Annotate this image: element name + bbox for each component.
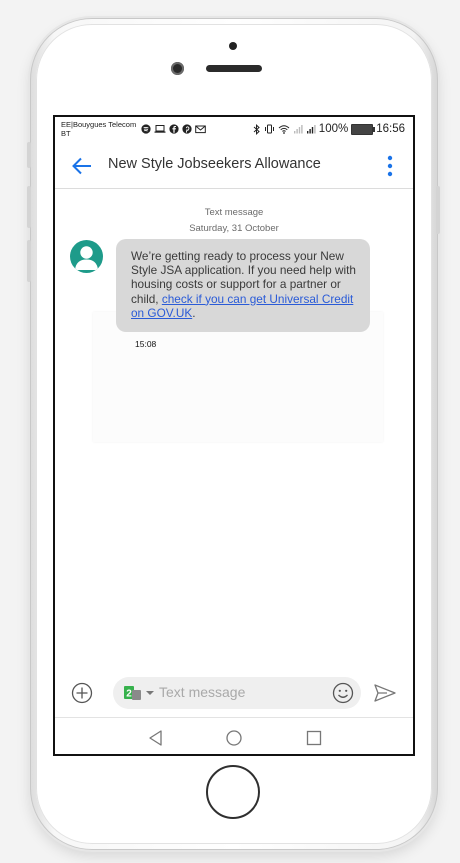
system-status: 100% 16:56 [253,123,405,135]
bluetooth-icon [253,123,260,135]
message-list[interactable]: Text message Saturday, 31 October We’re … [55,189,413,674]
pinterest-icon [182,124,192,134]
front-camera [171,62,184,75]
contact-title: New Style Jobseekers Allowance [108,156,321,172]
notification-icons [141,124,206,134]
message-placeholder: Text message [159,684,246,700]
clock: 16:56 [376,123,405,135]
wifi-icon [278,125,290,134]
date-label: Saturday, 31 October [189,223,279,234]
status-bar: EE|Bouygues Telecom BT 100% 16:56 [55,117,413,141]
battery-percent: 100% [318,123,349,135]
more-vert-icon[interactable] [387,155,393,177]
composer-bar: 2 Text message [55,674,413,714]
volume-down-button [27,240,31,282]
proximity-sensor [229,42,237,50]
emoji-icon[interactable] [332,682,354,704]
signal-sim2-icon [306,125,316,134]
add-circle-icon[interactable] [71,682,93,704]
volume-up-button [27,186,31,228]
person-icon [75,246,98,270]
phone-screen: EE|Bouygues Telecom BT 100% 16:56 New St… [53,115,415,756]
battery-icon [351,123,376,135]
nav-home-icon[interactable] [225,729,243,747]
facebook-icon [169,124,179,134]
home-button[interactable] [206,765,260,819]
message-timestamp: 15:08 [135,339,157,349]
sim-card-icon[interactable]: 2 [123,685,157,701]
message-text-end: . [192,305,196,320]
vibrate-icon [264,124,274,134]
side-button [27,142,31,168]
avatar[interactable] [70,240,103,273]
earpiece-speaker [206,65,262,72]
conversation-header: New Style Jobseekers Allowance [55,143,413,189]
universal-credit-link[interactable]: check if you can get Universal Credit on… [131,292,353,320]
signal-sim1-icon [293,125,303,134]
sim-slot-number: 2 [126,689,132,700]
navigation-bar [55,717,413,754]
channel-label: Text message [204,207,264,218]
nav-recents-icon[interactable] [305,729,323,747]
nav-back-icon[interactable] [147,729,165,747]
back-arrow-icon[interactable] [71,155,93,177]
mail-icon [195,125,206,134]
send-icon[interactable] [373,682,397,704]
message-bubble[interactable]: We’re getting ready to process your New … [116,239,370,332]
spotify-icon [141,124,151,134]
laptop-icon [154,125,166,133]
carrier-label: EE|Bouygues Telecom BT [61,120,137,138]
power-button [436,186,440,234]
